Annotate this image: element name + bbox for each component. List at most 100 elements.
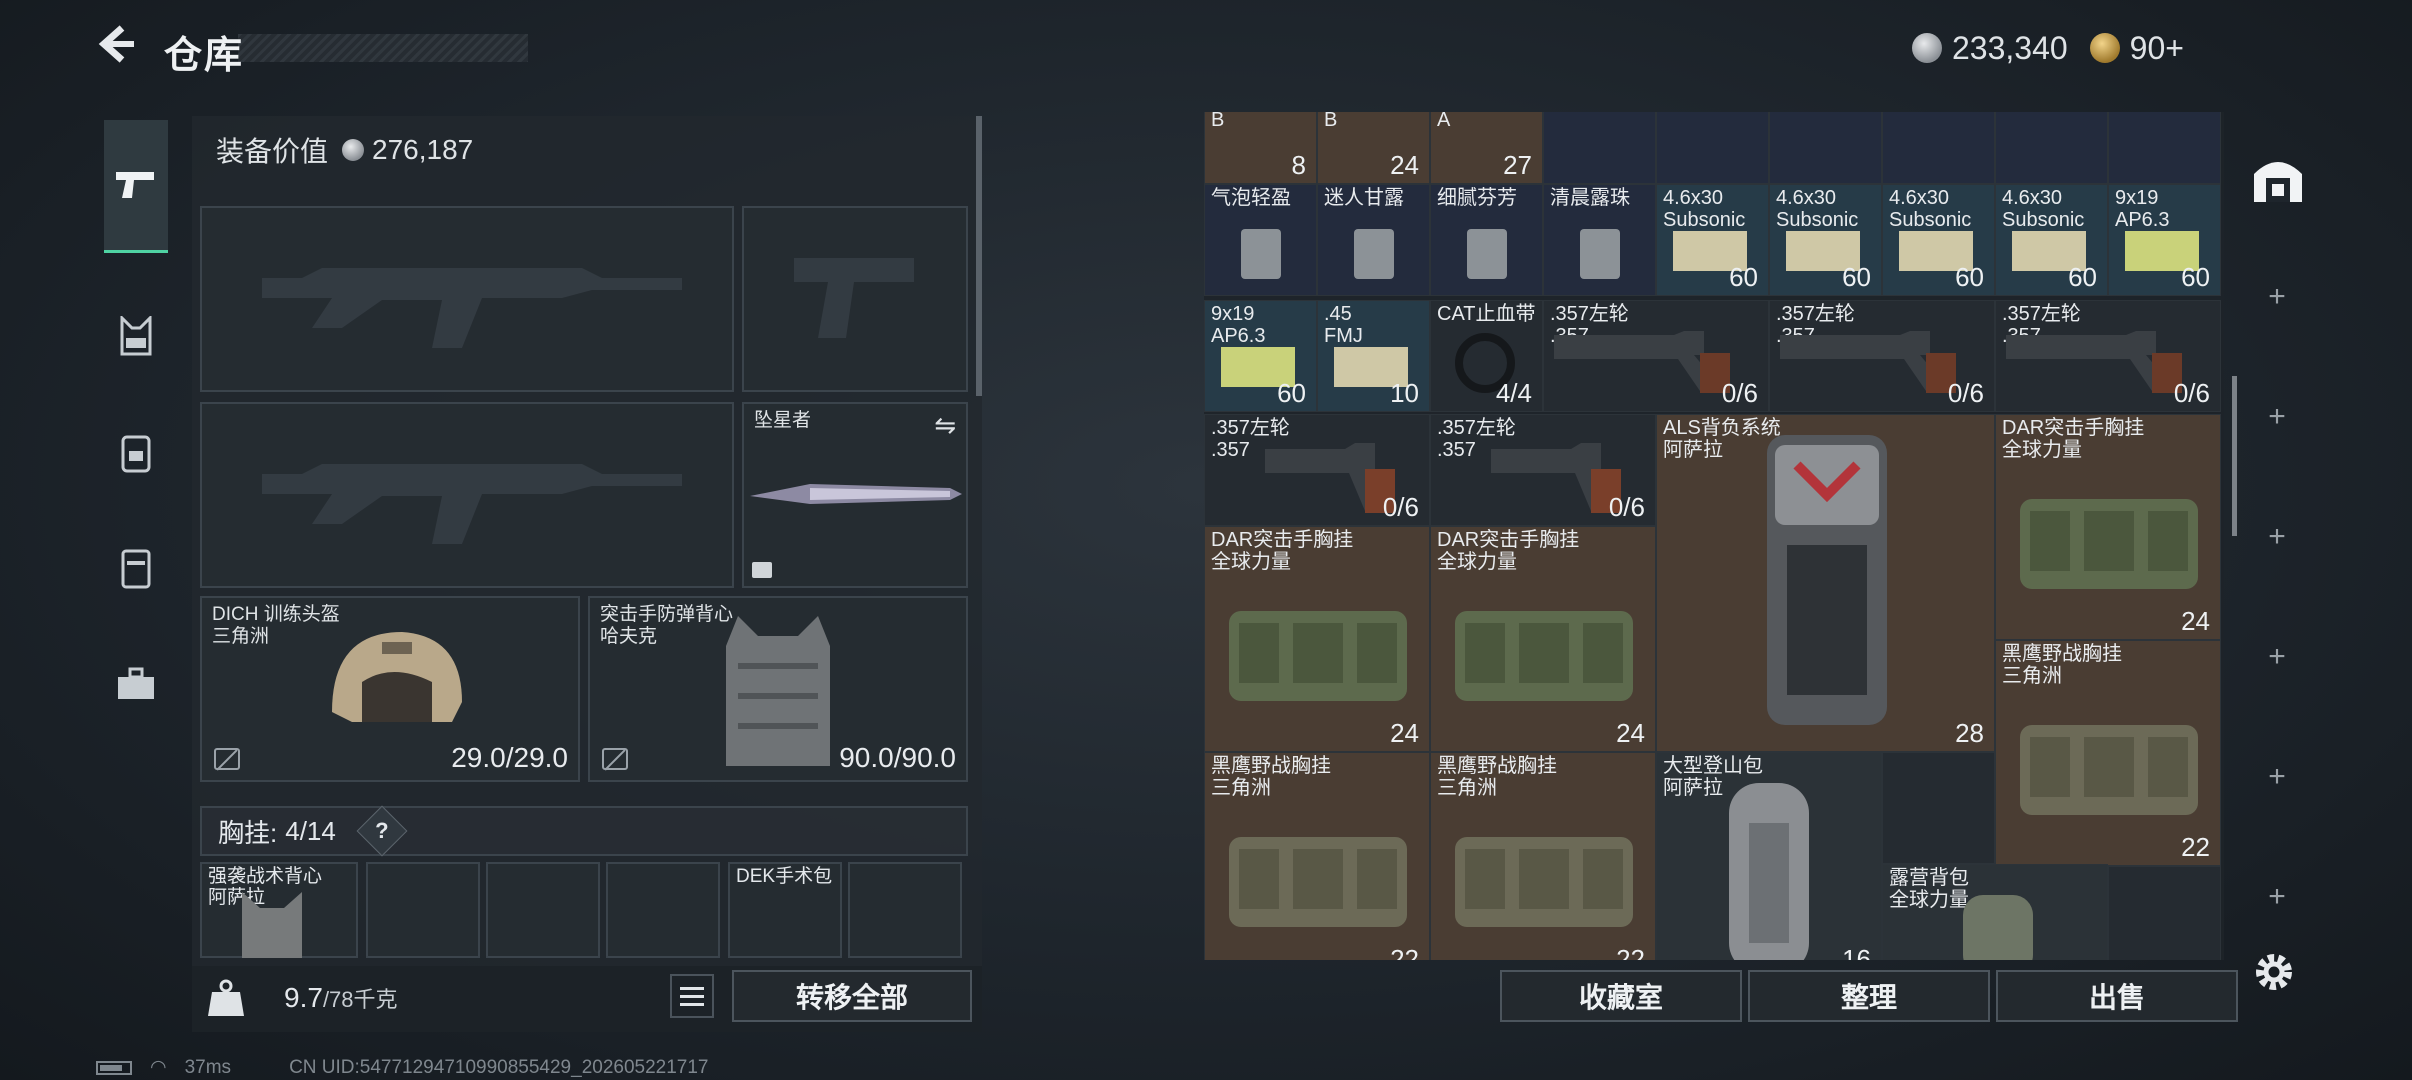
grid-item[interactable]: ALS背负系统 阿萨拉 28 [1656,414,1995,752]
tab-toolbox[interactable] [104,652,168,716]
grid-empty-cell[interactable] [2108,866,2221,960]
grid-item[interactable]: .357左轮 .3570/6 [1204,414,1430,526]
grid-item[interactable]: A 27 [1430,112,1543,184]
chest-rig-slot[interactable]: DEK手术包 [728,862,842,958]
chest-rig-slot[interactable] [606,862,720,958]
help-icon[interactable]: ? [356,805,408,857]
grid-item[interactable]: .45 FMJ 10 [1317,300,1430,412]
value-amount: 276,187 [372,134,474,165]
chest-rig-slot[interactable] [366,862,480,958]
add-stash-icon[interactable]: + [2262,402,2292,432]
grid-item[interactable] [1656,112,1769,184]
item-count: 60 [1729,262,1758,292]
secondary-weapon-slot[interactable] [200,402,734,588]
add-stash-icon[interactable]: + [2262,642,2292,672]
grid-item[interactable]: 迷人甘露 [1317,184,1430,296]
item-label: 4.6x30 Subsonic [1776,187,1859,231]
grid-item[interactable]: .357左轮 .3570/6 [1430,414,1656,526]
grid-item[interactable]: 清晨露珠 [1543,184,1656,296]
no-insurance-icon [602,748,628,770]
helmet-slot[interactable]: DICH 训练头盔 三角洲 29.0/29.0 [200,596,580,782]
tab-weapons[interactable] [104,120,168,253]
grid-item[interactable] [1769,112,1882,184]
title-decoration [238,34,528,62]
grid-item[interactable]: 细腻芬芳 [1430,184,1543,296]
grid-item[interactable]: DAR突击手胸挂 全球力量 24 [1204,526,1430,752]
rifle-silhouette-icon [262,464,682,544]
drink-icon [1580,229,1620,279]
item-count: 10 [1390,378,1419,408]
helmet-maker: 三角洲 [212,626,270,647]
item-label: B [1211,112,1225,131]
grid-item[interactable]: 黑鹰野战胸挂 三角洲 22 [1204,752,1430,960]
grid-item[interactable]: DAR突击手胸挂 全球力量 24 [1995,414,2221,640]
grid-item[interactable]: 4.6x30 Subsonic 60 [1656,184,1769,296]
add-stash-icon[interactable]: + [2262,522,2292,552]
grid-item[interactable]: 露营背包 全球力量 [1882,864,2108,960]
back-arrow-icon[interactable] [94,22,144,72]
grid-item[interactable] [1995,112,2108,184]
grid-scrollbar[interactable] [2232,376,2237,536]
tab-backpack[interactable] [104,420,168,484]
melee-slot[interactable]: 坠星者 ⇋ [742,402,968,588]
sell-button[interactable]: 出售 [1996,970,2238,1022]
grid-item[interactable]: 9x19 AP6.3 60 [1204,300,1317,412]
item-count: 22 [1390,944,1419,960]
chest-rig-slot[interactable]: 强袭战术背心 阿萨拉 [200,862,358,958]
stash-icon[interactable] [2250,150,2306,206]
list-view-button[interactable] [670,974,714,1018]
grid-empty-cell[interactable] [1882,752,1995,864]
item-count: 28 [1955,718,1984,748]
chest-rig-slot[interactable] [486,862,600,958]
knife-icon [750,484,962,504]
value-label: 装备价值 [216,136,329,167]
add-stash-icon[interactable]: + [2262,282,2292,312]
item-count: 0/6 [1382,492,1419,522]
grid-item[interactable]: 黑鹰野战胸挂 三角洲 22 [1430,752,1656,960]
grid-item[interactable]: B 24 [1317,112,1430,184]
grid-item[interactable]: 4.6x30 Subsonic 60 [1769,184,1882,296]
chest-rig-slot[interactable] [848,862,962,958]
grid-item[interactable]: 黑鹰野战胸挂 三角洲 22 [1995,640,2221,866]
grid-item[interactable]: 大型登山包 阿萨拉 16 [1656,752,1882,960]
item-label: DAR突击手胸挂 全球力量 [1437,529,1580,573]
toolbox-icon [118,667,154,699]
gold-coin-icon [2089,33,2120,63]
item-count: 24 [1390,150,1419,180]
item-count: 0/6 [1721,378,1758,408]
swap-icon[interactable]: ⇋ [934,410,956,441]
add-stash-icon[interactable]: + [2262,882,2292,912]
item-count: 22 [2181,832,2210,862]
transfer-all-button[interactable]: 转移全部 [732,970,972,1022]
left-scrollbar[interactable] [976,116,982,396]
grid-item[interactable]: .357左轮 .3570/6 [1543,300,1769,412]
armor-label: 突击手防弹背心 哈夫克 [600,604,733,648]
primary-weapon-slot[interactable] [200,206,734,392]
sort-button[interactable]: 整理 [1748,970,1990,1022]
pistol-icon [116,172,154,198]
grid-item[interactable] [1543,112,1656,184]
grid-item[interactable]: CAT止血带 4/4 [1430,300,1543,412]
grid-item[interactable]: 气泡轻盈 [1204,184,1317,296]
tab-chest-rig[interactable] [104,304,168,368]
grid-item[interactable]: DAR突击手胸挂 全球力量 24 [1430,526,1656,752]
item-count: 0/6 [1947,378,1984,408]
backpack-als-icon [1767,435,1887,725]
drink-icon [1354,229,1394,279]
grid-item[interactable]: .357左轮 .3570/6 [1769,300,1995,412]
grid-item[interactable] [1882,112,1995,184]
settings-gear-icon[interactable] [2252,950,2302,1000]
pistol-slot[interactable] [742,206,968,392]
add-stash-icon[interactable]: + [2262,762,2292,792]
grid-item[interactable]: 4.6x30 Subsonic 60 [1995,184,2108,296]
grid-item[interactable]: .357左轮 .3570/6 [1995,300,2221,412]
vest-icon [120,316,152,356]
gold-amount[interactable]: 90+ [2130,30,2184,67]
grid-item[interactable]: 4.6x30 Subsonic 60 [1882,184,1995,296]
collection-room-button[interactable]: 收藏室 [1500,970,1742,1022]
grid-item[interactable] [2108,112,2221,184]
grid-item[interactable]: 9x19 AP6.3 60 [2108,184,2221,296]
grid-item[interactable]: B8 [1204,112,1317,184]
tab-container[interactable] [104,536,168,600]
armor-slot[interactable]: 突击手防弹背心 哈夫克 90.0/90.0 [588,596,968,782]
